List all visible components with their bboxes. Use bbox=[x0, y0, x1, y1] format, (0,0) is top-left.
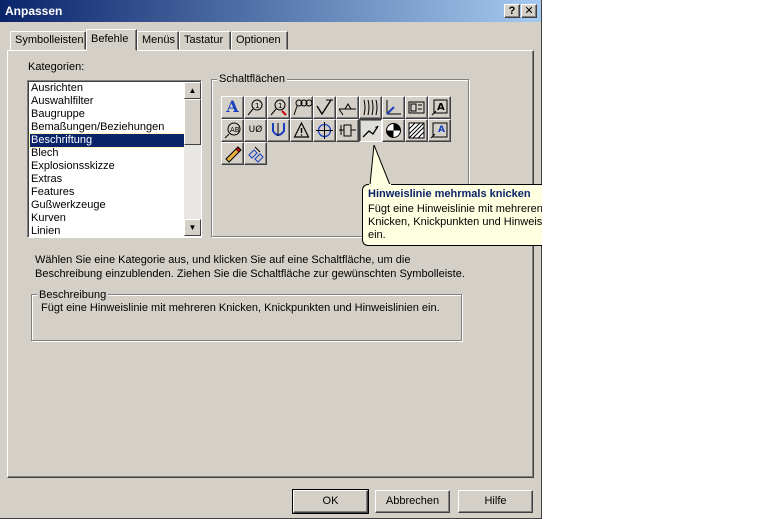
categories-listbox[interactable]: Ausrichten Auswahlfilter Baugruppe Bemaßung… bbox=[27, 80, 202, 238]
buttons-palette: A 1 1 A AB UØ A bbox=[221, 96, 455, 168]
area-hatch-icon[interactable] bbox=[405, 119, 428, 142]
tab-menus[interactable]: Menüs bbox=[137, 31, 179, 50]
ok-button[interactable]: OK bbox=[292, 489, 369, 514]
svg-text:1: 1 bbox=[278, 102, 282, 110]
surface-finish-icon[interactable] bbox=[313, 96, 336, 119]
dimension-text-icon[interactable]: UØ bbox=[244, 119, 267, 142]
multi-jog-balloon-icon[interactable] bbox=[290, 96, 313, 119]
help-caption-button[interactable]: ? bbox=[504, 4, 520, 18]
tab-symbolleisten[interactable]: Symbolleisten bbox=[10, 31, 86, 50]
block-icon[interactable]: A bbox=[428, 119, 451, 142]
category-item[interactable]: Features bbox=[30, 186, 184, 199]
categories-scrollbar[interactable]: ▲ ▼ bbox=[184, 82, 201, 236]
category-item[interactable]: Kurven bbox=[30, 212, 184, 225]
tab-tastatur[interactable]: Tastatur bbox=[179, 31, 231, 50]
multi-jog-leader-icon[interactable] bbox=[359, 119, 382, 142]
geometric-tolerance-icon[interactable] bbox=[267, 119, 290, 142]
tooltip-body: Fügt eine Hinweislinie mit mehreren Knic… bbox=[368, 203, 542, 241]
category-item[interactable]: Baugruppe bbox=[30, 108, 184, 121]
balloon-icon[interactable]: 1 bbox=[244, 96, 267, 119]
scroll-thumb[interactable] bbox=[184, 99, 201, 145]
center-mark-icon[interactable] bbox=[313, 119, 336, 142]
cancel-button[interactable]: Abbrechen bbox=[375, 490, 450, 513]
tooltip: Hinweislinie mehrmals knicken Fügt eine … bbox=[362, 184, 542, 246]
window-title: Anpassen bbox=[5, 4, 63, 18]
svg-text:A: A bbox=[438, 125, 445, 135]
revision-symbol-icon[interactable] bbox=[221, 142, 244, 165]
category-item[interactable]: Beschriftung bbox=[29, 133, 185, 148]
tab-label: Optionen bbox=[236, 34, 281, 46]
stacked-balloon-icon[interactable]: AB bbox=[221, 119, 244, 142]
tooltip-title: Hinweislinie mehrmals knicken bbox=[368, 188, 531, 200]
svg-text:AB: AB bbox=[230, 126, 240, 134]
scroll-up-button[interactable]: ▲ bbox=[184, 82, 201, 99]
tab-label: Menüs bbox=[142, 34, 176, 46]
title-bar[interactable]: Anpassen ? ✕ bbox=[0, 0, 541, 22]
categories-label: Kategorien: bbox=[28, 61, 85, 73]
weld-symbol-icon[interactable] bbox=[336, 96, 359, 119]
auto-balloon-icon[interactable]: 1 bbox=[267, 96, 290, 119]
datum-symbol-icon[interactable] bbox=[336, 119, 359, 142]
customize-dialog: Anpassen ? ✕ Symbolleisten Befehle Menüs… bbox=[0, 0, 542, 519]
svg-text:A: A bbox=[437, 102, 445, 113]
datum-feature-icon[interactable] bbox=[382, 96, 405, 119]
tab-label: Tastatur bbox=[184, 34, 224, 46]
note-icon[interactable]: A bbox=[221, 96, 244, 119]
tab-label: Befehle bbox=[91, 33, 129, 45]
magnet-line-icon[interactable] bbox=[244, 142, 267, 165]
tab-befehle[interactable]: Befehle bbox=[86, 29, 137, 51]
help-button[interactable]: Hilfe bbox=[458, 490, 533, 513]
hole-callout-icon[interactable] bbox=[405, 96, 428, 119]
instruction-text: Wählen Sie eine Kategorie aus, und klick… bbox=[35, 254, 465, 280]
tab-optionen[interactable]: Optionen bbox=[231, 31, 288, 50]
scroll-down-button[interactable]: ▼ bbox=[184, 219, 201, 236]
tab-label: Symbolleisten bbox=[15, 34, 84, 46]
close-caption-button[interactable]: ✕ bbox=[521, 4, 537, 18]
category-item[interactable]: Bemaßungen/Beziehungen bbox=[30, 121, 184, 134]
category-item[interactable]: Gußwerkzeuge bbox=[30, 199, 184, 212]
category-item[interactable]: Ausrichten bbox=[30, 82, 184, 95]
description-group-label: Beschreibung bbox=[37, 289, 109, 301]
cosmetic-thread-icon[interactable] bbox=[359, 96, 382, 119]
category-item[interactable]: Explosionsskizze bbox=[30, 160, 184, 173]
svg-text:1: 1 bbox=[255, 102, 259, 110]
category-item[interactable]: Auswahlfilter bbox=[30, 95, 184, 108]
dimension-text-glyph: UØ bbox=[248, 125, 263, 135]
centroid-icon[interactable] bbox=[382, 119, 405, 142]
category-item[interactable]: Extras bbox=[30, 173, 184, 186]
category-item[interactable]: Blech bbox=[30, 147, 184, 160]
tooltip-pointer bbox=[369, 145, 391, 187]
description-text: Fügt eine Hinweislinie mit mehreren Knic… bbox=[41, 302, 440, 314]
warning-icon[interactable] bbox=[290, 119, 313, 142]
category-item[interactable]: Linien bbox=[30, 225, 184, 238]
buttons-group-label: Schaltflächen bbox=[217, 73, 288, 85]
datum-target-icon[interactable]: A bbox=[428, 96, 451, 119]
